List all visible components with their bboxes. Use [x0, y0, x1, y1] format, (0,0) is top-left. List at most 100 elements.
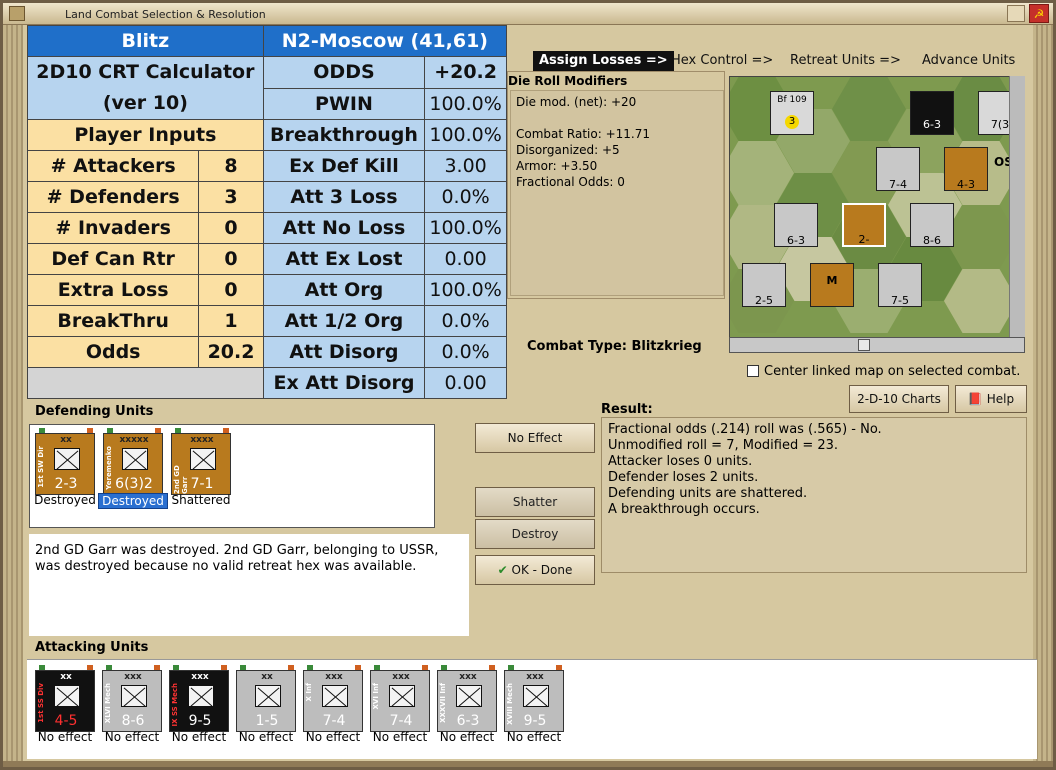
input-value[interactable]: 0: [198, 274, 264, 306]
charts-button[interactable]: 2-D-10 Charts: [849, 385, 949, 413]
unit-type-icon: [456, 685, 482, 707]
map-unit-strength: 4-3: [957, 178, 975, 191]
title-bar: Land Combat Selection & Resolution ☭: [3, 3, 1053, 25]
modifiers-title: Die Roll Modifiers: [508, 74, 628, 88]
map-unit[interactable]: 6-3: [910, 91, 954, 135]
result-line: Defending units are shattered.: [608, 486, 808, 501]
att-counter[interactable]: xxx XXXVII Inf 6-3: [437, 670, 497, 732]
unit-size: xxx: [325, 672, 343, 682]
unit-strength: 1-5: [255, 713, 279, 729]
result-line: Defender loses 2 units.: [608, 470, 759, 485]
modifier-line: Fractional Odds: 0: [516, 175, 625, 189]
window-title: Land Combat Selection & Resolution: [65, 8, 266, 21]
map-vertical-scrollbar[interactable]: [1009, 76, 1025, 338]
map-unit-aircraft[interactable]: Bf 109 3: [770, 91, 814, 135]
att-counter[interactable]: xxx XVIII Mech 9-5: [504, 670, 564, 732]
map-unit[interactable]: 7-5: [878, 263, 922, 307]
right-frame: [1033, 25, 1053, 767]
result-title: Result:: [601, 402, 653, 417]
calc-label: Ex Att Disorg: [262, 367, 426, 399]
map-unit[interactable]: 8-6: [910, 203, 954, 247]
input-label: # Invaders: [26, 212, 200, 244]
input-label: # Defenders: [26, 181, 200, 213]
map-unit-strength: 7-4: [889, 178, 907, 191]
map-unit-strength: 2-: [858, 233, 870, 246]
help-button[interactable]: 📕 Help: [955, 385, 1027, 413]
input-value[interactable]: 0: [198, 212, 264, 244]
modifier-line: Die mod. (net): +20: [516, 95, 637, 109]
unit-type-icon: [389, 685, 415, 707]
calc-title-text: 2D10 CRT Calculator: [36, 61, 255, 83]
minimize-button[interactable]: [1007, 5, 1025, 22]
left-frame: [3, 25, 23, 767]
center-map-checkbox[interactable]: Center linked map on selected combat.: [747, 364, 1020, 379]
checkbox-label: Center linked map on selected combat.: [764, 364, 1021, 379]
input-value[interactable]: 8: [198, 150, 264, 182]
att-counter[interactable]: xxx XVI Inf 7-4: [370, 670, 430, 732]
att-counter[interactable]: xxx IX SS Mech 9-5: [169, 670, 229, 732]
input-label: Extra Loss: [26, 274, 200, 306]
unit-status: Destroyed: [98, 493, 168, 509]
map-unit[interactable]: 6-3: [774, 203, 818, 247]
unit-type-icon: [54, 448, 80, 470]
input-label: Odds: [26, 336, 200, 368]
help-icon: 📕: [967, 392, 983, 406]
input-value[interactable]: 0: [198, 243, 264, 275]
ok-done-button[interactable]: ✔ OK - Done: [475, 555, 595, 585]
calc-label: Att Org: [262, 274, 426, 306]
phase-assign-losses[interactable]: Assign Losses =>: [533, 51, 674, 71]
calc-header-left: Blitz: [27, 25, 264, 57]
linked-map[interactable]: Bf 109 3 6-3 7(3 7-4 4-3 OS 6-3 2- 8-6 2-…: [729, 76, 1025, 338]
map-unit[interactable]: 4-3: [944, 147, 988, 191]
map-unit[interactable]: M: [810, 263, 854, 307]
map-unit-selected[interactable]: 2-: [842, 203, 886, 247]
phase-advance-units[interactable]: Advance Units: [922, 51, 1015, 71]
combat-message: 2nd GD Garr was destroyed. 2nd GD Garr, …: [29, 534, 469, 636]
phase-retreat-units[interactable]: Retreat Units =>: [790, 51, 901, 71]
calc-label: Att No Loss: [262, 212, 426, 244]
modifier-line: Disorganized: +5: [516, 143, 620, 157]
unit-strength: 7-1: [190, 476, 214, 492]
calc-value: 3.00: [424, 150, 507, 182]
unit-size: xxx: [191, 672, 209, 682]
def-counter[interactable]: xxxxx Yeremenko 6(3)2: [103, 433, 163, 495]
checkmark-icon: ✔: [497, 563, 508, 577]
unit-strength: 9-5: [188, 713, 212, 729]
result-line: Unmodified roll = 7, Modified = 23.: [608, 438, 839, 453]
shatter-button[interactable]: Shatter: [475, 487, 595, 517]
att-counter[interactable]: xx 1-5: [236, 670, 296, 732]
unit-strength: 7-4: [389, 713, 413, 729]
def-counter[interactable]: xx 1st SW Dir 2-3: [35, 433, 95, 495]
unit-strength: 9-5: [523, 713, 547, 729]
map-unit-strength: 3: [785, 115, 799, 129]
map-unit[interactable]: 2-5: [742, 263, 786, 307]
close-icon[interactable]: ☭: [1029, 4, 1049, 23]
no-effect-button[interactable]: No Effect: [475, 423, 595, 453]
map-unit-strength: 6-3: [923, 118, 941, 131]
phase-hex-control[interactable]: Hex Control =>: [671, 51, 773, 71]
checkbox-box[interactable]: [747, 365, 759, 377]
input-value[interactable]: 3: [198, 181, 264, 213]
destroy-button[interactable]: Destroy: [475, 519, 595, 549]
att-counter[interactable]: xxx X Inf 7-4: [303, 670, 363, 732]
scroll-thumb[interactable]: [858, 339, 870, 351]
unit-type-icon: [54, 685, 80, 707]
map-horizontal-scrollbar[interactable]: [729, 337, 1025, 353]
calc-value: 100.0%: [424, 87, 507, 120]
input-label: Def Can Rtr: [26, 243, 200, 275]
att-counter[interactable]: xx 1st SS Div 4-5: [35, 670, 95, 732]
result-line: Fractional odds (.214) roll was (.565) -…: [608, 422, 882, 437]
map-unit[interactable]: 7-4: [876, 147, 920, 191]
unit-type-icon: [322, 685, 348, 707]
unit-size: xxx: [392, 672, 410, 682]
calc-value: 0.0%: [424, 336, 507, 368]
map-unit-label: M: [826, 274, 838, 287]
def-counter[interactable]: xxxx 2nd GD Garr 7-1: [171, 433, 231, 495]
calc-blank: [27, 367, 264, 399]
input-label: BreakThru: [26, 305, 200, 337]
calc-label: Att Disorg: [262, 336, 426, 368]
att-counter[interactable]: xxx XLVI Mech 8-6: [102, 670, 162, 732]
calc-value: 0.00: [424, 367, 507, 399]
input-value[interactable]: 1: [198, 305, 264, 337]
result-line: Attacker loses 0 units.: [608, 454, 753, 469]
